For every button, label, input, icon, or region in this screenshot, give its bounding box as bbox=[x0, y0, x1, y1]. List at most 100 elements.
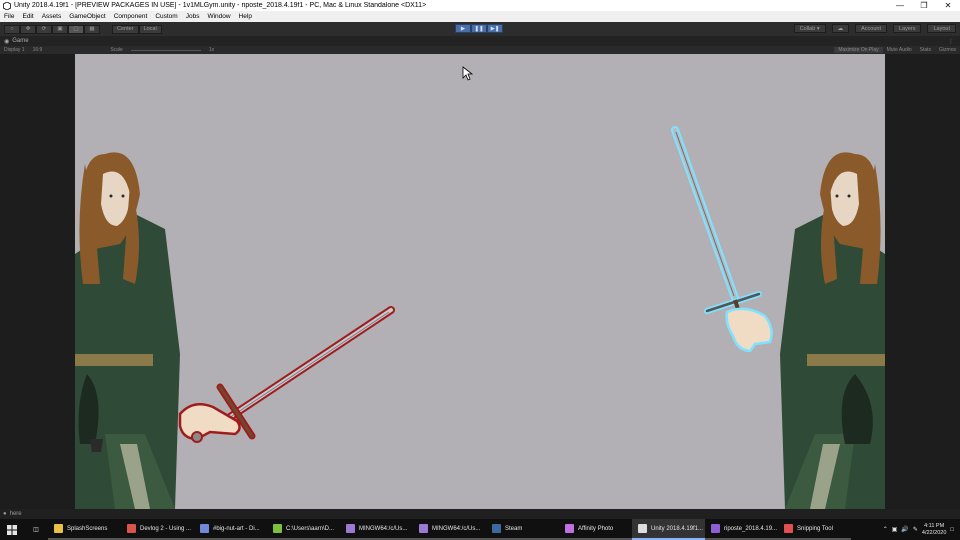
close-button[interactable]: ✕ bbox=[936, 0, 960, 11]
transform-icon: ▦ bbox=[89, 26, 95, 32]
account-dropdown[interactable]: Account bbox=[855, 24, 887, 33]
move-icon: ✥ bbox=[25, 26, 31, 32]
info-icon: ● bbox=[3, 511, 7, 517]
maximize-on-play-toggle[interactable]: Maximize On Play bbox=[834, 47, 883, 53]
editor-status-bar: ● here bbox=[0, 509, 960, 519]
taskbar-app[interactable]: Affinity Photo bbox=[559, 519, 632, 540]
app-icon bbox=[711, 524, 720, 533]
app-icon bbox=[492, 524, 501, 533]
pivot-toggles: Center Local bbox=[112, 24, 162, 34]
menu-edit[interactable]: Edit bbox=[18, 13, 37, 20]
menu-component[interactable]: Component bbox=[110, 13, 152, 20]
scale-value: 1x bbox=[208, 47, 215, 53]
transform-tools: ○ ✥ ⟳ ▣ ▢ ▦ bbox=[4, 24, 100, 34]
mute-audio-toggle[interactable]: Mute Audio bbox=[883, 47, 916, 53]
taskbar-app[interactable]: Steam bbox=[486, 519, 559, 540]
menu-jobs[interactable]: Jobs bbox=[182, 13, 204, 20]
hand-tool-button[interactable]: ○ bbox=[4, 24, 20, 34]
network-icon[interactable]: ▣ bbox=[892, 526, 898, 533]
minimize-button[interactable]: — bbox=[888, 0, 912, 11]
taskbar-app-label: #big-nut-art - Di... bbox=[213, 525, 260, 532]
taskbar-app-label: SplashScreens bbox=[67, 525, 108, 532]
app-icon bbox=[127, 524, 136, 533]
move-tool-button[interactable]: ✥ bbox=[20, 24, 36, 34]
cloud-button[interactable]: ☁ bbox=[831, 24, 850, 33]
app-icon bbox=[638, 524, 647, 533]
taskbar-app[interactable]: C:\Users\aarn\D... bbox=[267, 519, 340, 540]
tab-menu-button[interactable]: ⋮ bbox=[948, 38, 954, 45]
toolbar-right: Collab ▾ ☁ Account Layers Layout bbox=[793, 24, 956, 33]
maximize-button[interactable]: ❐ bbox=[912, 0, 936, 11]
tray-chevron-icon[interactable]: ⌃ bbox=[883, 526, 888, 533]
taskbar-app[interactable]: Snipping Tool bbox=[778, 519, 851, 540]
task-view-button[interactable]: ◫ bbox=[24, 519, 48, 540]
volume-icon[interactable]: 🔊 bbox=[901, 526, 908, 533]
game-view-tab: ◉ Game ⋮ bbox=[0, 36, 960, 46]
app-icon bbox=[565, 524, 574, 533]
scale-slider[interactable] bbox=[130, 49, 201, 51]
rect-tool-button[interactable]: ▢ bbox=[68, 24, 84, 34]
pause-button[interactable]: ❚❚ bbox=[471, 24, 487, 33]
play-controls: ▶ ❚❚ ▶❚ bbox=[455, 24, 503, 33]
app-icon bbox=[54, 524, 63, 533]
app-icon bbox=[200, 524, 209, 533]
tab-game-label: Game bbox=[12, 38, 29, 44]
layout-dropdown[interactable]: Layout bbox=[927, 24, 956, 33]
clock-date: 4/22/2020 bbox=[921, 529, 947, 536]
gizmos-dropdown[interactable]: Gizmos bbox=[935, 47, 960, 53]
app-icon bbox=[346, 524, 355, 533]
taskbar-app[interactable]: MINGW64:/c/Us... bbox=[340, 519, 413, 540]
right-fencer-character bbox=[780, 152, 885, 509]
menu-window[interactable]: Window bbox=[203, 13, 234, 20]
play-button[interactable]: ▶ bbox=[455, 24, 471, 33]
blue-outlined-sword bbox=[671, 126, 773, 353]
taskbar-app[interactable]: SplashScreens bbox=[48, 519, 121, 540]
menu-help[interactable]: Help bbox=[235, 13, 256, 20]
taskbar-app[interactable]: riposte_2018.4.19... bbox=[705, 519, 778, 540]
app-icon bbox=[273, 524, 282, 533]
taskbar-app[interactable]: Unity 2018.4.19f1... bbox=[632, 519, 705, 540]
tab-game[interactable]: ◉ Game bbox=[0, 38, 29, 45]
layers-dropdown[interactable]: Layers bbox=[892, 24, 922, 33]
step-button[interactable]: ▶❚ bbox=[487, 24, 503, 33]
window-title: Unity 2018.4.19f1 - [PREVIEW PACKAGES IN… bbox=[14, 2, 427, 9]
taskbar-app-label: Unity 2018.4.19f1... bbox=[651, 525, 704, 532]
taskbar-app[interactable]: MINGW64:/c/Us... bbox=[413, 519, 486, 540]
rotate-tool-button[interactable]: ⟳ bbox=[36, 24, 52, 34]
pivot-center-button[interactable]: Center bbox=[112, 24, 139, 34]
menu-gameobject[interactable]: GameObject bbox=[65, 13, 110, 20]
game-icon: ◉ bbox=[4, 38, 10, 45]
status-message[interactable]: here bbox=[10, 511, 22, 517]
left-fencer-character bbox=[75, 152, 180, 509]
step-icon: ▶❚ bbox=[490, 25, 500, 32]
taskbar-apps: SplashScreens Devlog 2 - Using ... #big-nu… bbox=[48, 519, 851, 540]
mouse-cursor-icon bbox=[462, 66, 474, 81]
clock[interactable]: 4:11 PM 4/22/2020 bbox=[922, 523, 946, 537]
red-outlined-sword bbox=[178, 306, 395, 443]
game-scene bbox=[75, 66, 885, 509]
system-tray: ⌃ ▣ 🔊 ✎ 4:11 PM 4/22/2020 □ bbox=[883, 523, 960, 537]
app-icon bbox=[784, 524, 793, 533]
taskbar-app-label: MINGW64:/c/Us... bbox=[432, 525, 481, 532]
pivot-local-button[interactable]: Local bbox=[138, 24, 162, 34]
pen-icon[interactable]: ✎ bbox=[913, 526, 918, 533]
taskbar-app-label: Steam bbox=[505, 525, 523, 532]
notifications-icon[interactable]: □ bbox=[950, 527, 954, 533]
start-button[interactable] bbox=[0, 519, 24, 540]
game-viewport[interactable] bbox=[75, 54, 885, 509]
display-dropdown[interactable]: Display 1 bbox=[0, 47, 29, 53]
aspect-dropdown[interactable]: 16:9 bbox=[29, 47, 47, 53]
task-view-icon: ◫ bbox=[33, 527, 39, 533]
hand-icon: ○ bbox=[10, 26, 14, 32]
taskbar-app[interactable]: #big-nut-art - Di... bbox=[194, 519, 267, 540]
stats-toggle[interactable]: Stats bbox=[916, 47, 935, 53]
collab-button[interactable]: Collab ▾ bbox=[793, 24, 826, 33]
taskbar-app[interactable]: Devlog 2 - Using ... bbox=[121, 519, 194, 540]
scale-tool-button[interactable]: ▣ bbox=[52, 24, 68, 34]
menu-file[interactable]: File bbox=[0, 13, 18, 20]
unity-logo-icon bbox=[2, 1, 11, 10]
clock-time: 4:11 PM bbox=[924, 522, 945, 529]
menu-custom[interactable]: Custom bbox=[151, 13, 181, 20]
menu-assets[interactable]: Assets bbox=[38, 13, 66, 20]
transform-tool-button[interactable]: ▦ bbox=[84, 24, 100, 34]
